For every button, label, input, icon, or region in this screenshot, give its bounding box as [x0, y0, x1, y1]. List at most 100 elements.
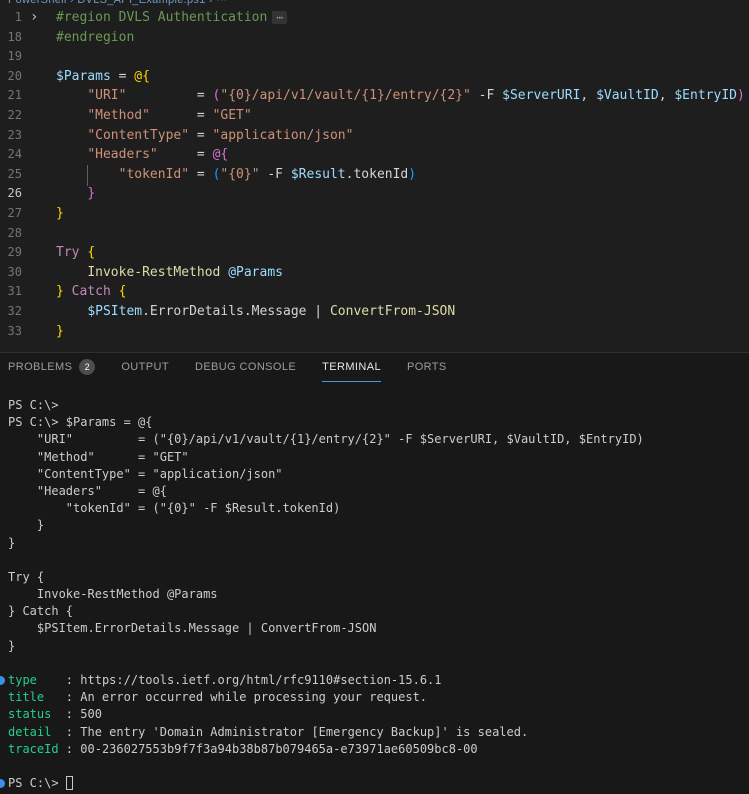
code-token: { [119, 284, 127, 299]
editor-line-text: } [56, 204, 64, 224]
code-token: "tokenId" = ("{0}" -F $Result.tokenId) [8, 501, 340, 515]
terminal[interactable]: PS C:\>PS C:\> $Params = @{ "URI" = ("{0… [0, 382, 749, 794]
code-token: https://tools.ietf.org/html/rfc9110#sect… [80, 673, 441, 687]
editor-lines: 1›#region DVLS Authentication⋯18#endregi… [0, 8, 749, 341]
panel-tab-problems[interactable]: PROBLEMS2 [8, 353, 95, 382]
line-number: 19 [0, 47, 22, 67]
code-token: detail [8, 725, 51, 739]
code-token: 500 [80, 707, 102, 721]
editor-line: 18#endregion [0, 28, 749, 48]
code-token: , [659, 88, 675, 103]
editor-line: 28 [0, 224, 749, 244]
fold-spacer [22, 145, 56, 165]
code-token: : [37, 673, 80, 687]
terminal-lines: PS C:\>PS C:\> $Params = @{ "URI" = ("{0… [0, 397, 749, 792]
code-token: type [8, 673, 37, 687]
code-token: ⋯ [272, 11, 287, 24]
code-token: "Method" = "GET" [8, 450, 189, 464]
fold-spacer [22, 126, 56, 146]
panel-tab-label: PROBLEMS [8, 361, 72, 373]
panel-tab-debug-console[interactable]: DEBUG CONSOLE [195, 353, 296, 382]
terminal-command-decoration-icon[interactable] [0, 779, 5, 788]
code-token: Invoke-RestMethod [87, 265, 220, 280]
code-token: } Catch { [8, 604, 73, 618]
code-token: = [111, 69, 134, 84]
code-token: } [87, 186, 95, 201]
code-token: $VaultID [596, 88, 659, 103]
code-token: = [126, 88, 212, 103]
code-token: $Params [56, 69, 111, 84]
code-token: PS C:\> $Params = @{ [8, 415, 153, 429]
editor-line-text: Try { [56, 243, 95, 263]
code-token [64, 284, 72, 299]
code-token [56, 88, 87, 103]
editor-line-text: "Headers" = @{ [56, 145, 228, 165]
panel-tab-terminal[interactable]: TERMINAL [322, 353, 381, 382]
terminal-line: "Method" = "GET" [0, 449, 749, 466]
line-number: 1 [0, 8, 22, 28]
fold-chevron-icon[interactable]: › [22, 8, 56, 28]
terminal-line [0, 655, 749, 672]
code-token: | [306, 304, 329, 319]
editor-line-text: $Params = @{ [56, 67, 150, 87]
terminal-command-decoration-icon[interactable] [0, 676, 5, 685]
code-token: .ErrorDetails.Message [142, 304, 306, 319]
editor-line: 24 "Headers" = @{ [0, 145, 749, 165]
editor-line-text: #region DVLS Authentication⋯ [56, 8, 287, 28]
fold-spacer [22, 67, 56, 87]
code-token: @{ [134, 69, 150, 84]
code-token: An error occurred while processing your … [80, 690, 427, 704]
code-token: "URI" [87, 88, 126, 103]
terminal-line: } [0, 535, 749, 552]
terminal-line: "Headers" = @{ [0, 483, 749, 500]
code-token: $PSItem [87, 304, 142, 319]
code-token [56, 265, 87, 280]
editor-line: 21 "URI" = ("{0}/api/v1/vault/{1}/entry/… [0, 86, 749, 106]
line-number: 20 [0, 67, 22, 87]
fold-spacer [22, 165, 56, 185]
terminal-line: detail : The entry 'Domain Administrator… [0, 724, 749, 741]
line-number: 24 [0, 145, 22, 165]
fold-spacer [22, 86, 56, 106]
terminal-line: PS C:\> [0, 397, 749, 414]
editor-line-text: } [56, 322, 64, 342]
editor-line: 26 } [0, 184, 749, 204]
panel-tab-output[interactable]: OUTPUT [121, 353, 169, 382]
terminal-line: "URI" = ("{0}/api/v1/vault/{1}/entry/{2}… [0, 431, 749, 448]
terminal-line: Invoke-RestMethod @Params [0, 586, 749, 603]
code-token [56, 147, 87, 162]
line-number: 27 [0, 204, 22, 224]
code-token: ) [737, 88, 745, 103]
panel-tab-label: DEBUG CONSOLE [195, 361, 296, 373]
editor-line-text: $PSItem.ErrorDetails.Message | ConvertFr… [56, 302, 455, 322]
code-token: = [158, 147, 213, 162]
editor-line-text: Invoke-RestMethod @Params [56, 263, 283, 283]
code-token [56, 304, 87, 319]
code-token: 00-236027553b9f7f3a94b38b87b079465a-e739… [80, 742, 477, 756]
editor-line: 30 Invoke-RestMethod @Params [0, 263, 749, 283]
fold-spacer [22, 263, 56, 283]
code-token: Invoke-RestMethod @Params [8, 587, 218, 601]
fold-spacer [22, 322, 56, 342]
fold-spacer [22, 47, 56, 67]
fold-spacer [22, 184, 56, 204]
code-token: "application/json" [213, 128, 354, 143]
editor-line: 23 "ContentType" = "application/json" [0, 126, 749, 146]
fold-spacer [22, 243, 56, 263]
vscode-window: PowerShell › DVLS_API_Example.ps1 › ⋯ 1›… [0, 0, 749, 794]
line-number: 32 [0, 302, 22, 322]
code-token: } [56, 206, 64, 221]
panel-tab-ports[interactable]: PORTS [407, 353, 447, 382]
editor-line: 29Try { [0, 243, 749, 263]
code-token: -F [260, 167, 291, 182]
panel-header: PROBLEMS2 OUTPUT DEBUG CONSOLE TERMINAL PORT… [0, 352, 749, 382]
fold-spacer [22, 224, 56, 244]
code-editor[interactable]: 1›#region DVLS Authentication⋯18#endregi… [0, 8, 749, 352]
panel-tab-label: OUTPUT [121, 361, 169, 373]
code-token [56, 128, 87, 143]
code-token: "tokenId" [119, 167, 189, 182]
fold-spacer [22, 282, 56, 302]
terminal-line: PS C:\> $Params = @{ [0, 414, 749, 431]
code-token: : [44, 690, 80, 704]
breadcrumb-bar[interactable]: PowerShell › DVLS_API_Example.ps1 › ⋯ [0, 0, 749, 8]
